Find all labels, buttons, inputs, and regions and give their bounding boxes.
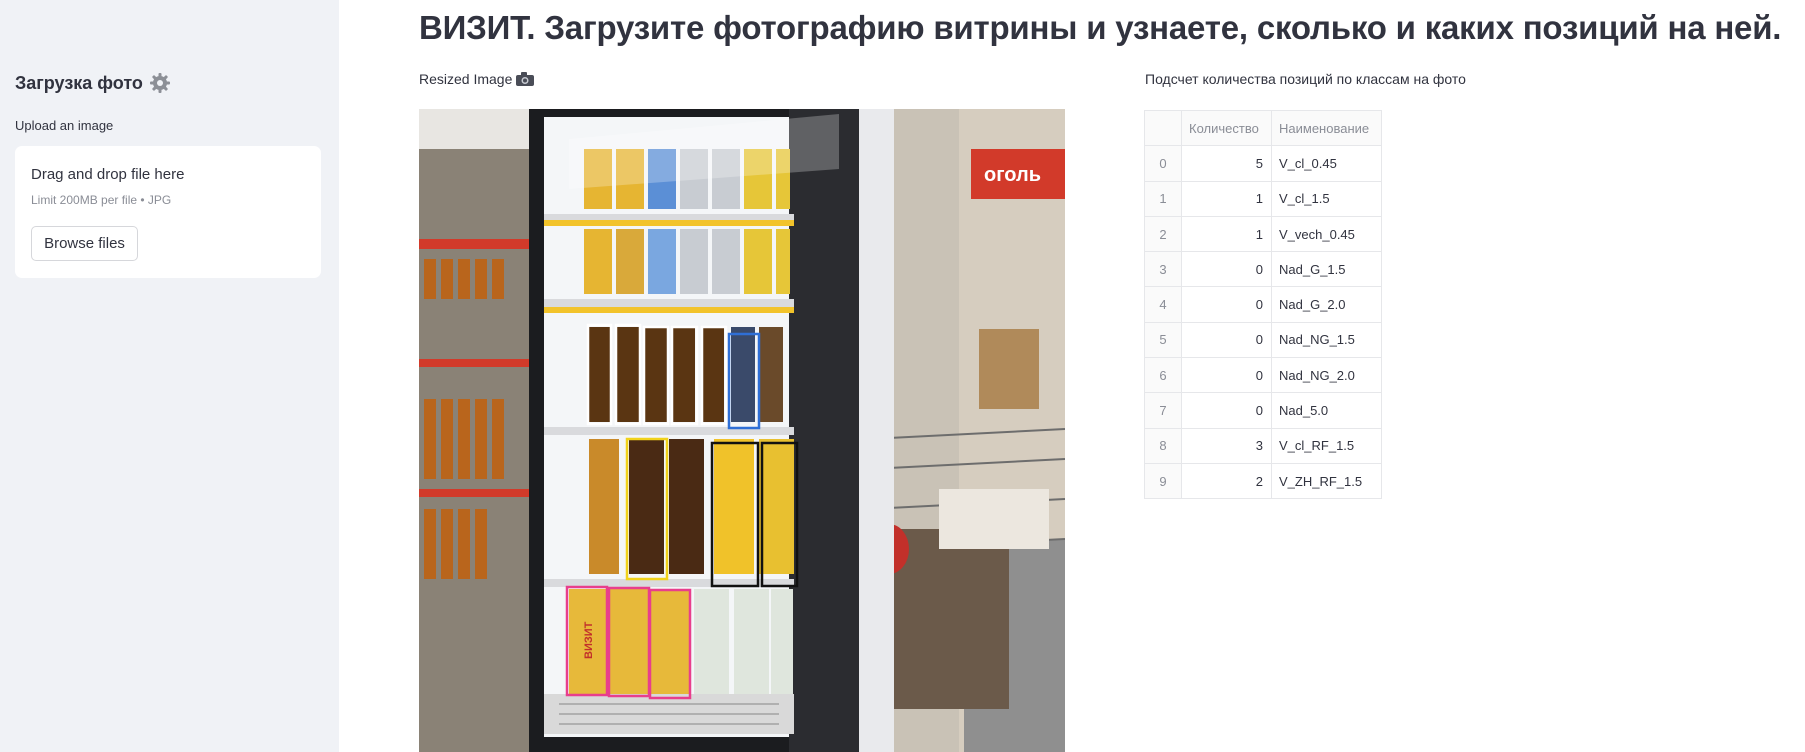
count-cell[interactable]: 0	[1181, 392, 1272, 429]
shelf-photo-illustration: оголь ВИЗИТ	[419, 109, 1065, 752]
dropzone-limit: Limit 200MB per file • JPG	[31, 193, 172, 207]
table-row: 0 5 V_cl_0.45	[1144, 145, 1382, 182]
table-row: 7 0 Nad_5.0	[1144, 392, 1382, 429]
camera-icon	[516, 72, 535, 86]
table-row: 3 0 Nad_G_1.5	[1144, 251, 1382, 288]
table-row: 2 1 V_vech_0.45	[1144, 215, 1382, 253]
name-cell[interactable]: Nad_5.0	[1271, 392, 1382, 429]
sidebar: Загрузка фото Upload an image Drag and d…	[0, 0, 339, 752]
store-sign: оголь	[984, 164, 1041, 186]
row-index: 9	[1144, 462, 1182, 500]
row-index: 3	[1144, 251, 1182, 288]
table-row: 5 0 Nad_NG_1.5	[1144, 321, 1382, 359]
row-index: 1	[1144, 180, 1182, 217]
name-cell[interactable]: V_cl_0.45	[1271, 145, 1382, 182]
count-cell[interactable]: 0	[1181, 251, 1272, 288]
row-index: 5	[1144, 321, 1182, 359]
count-cell[interactable]: 5	[1181, 145, 1272, 182]
browse-files-button[interactable]: Browse files	[31, 226, 138, 261]
name-cell[interactable]: Nad_NG_2.0	[1271, 357, 1382, 394]
name-cell[interactable]: Nad_G_2.0	[1271, 286, 1382, 323]
count-cell[interactable]: 1	[1181, 180, 1272, 217]
table-row: 9 2 V_ZH_RF_1.5	[1144, 462, 1382, 500]
image-caption-text: Resized Image	[419, 71, 513, 87]
table-row: 4 0 Nad_G_2.0	[1144, 286, 1382, 323]
name-cell[interactable]: Nad_G_1.5	[1271, 251, 1382, 288]
count-cell[interactable]: 0	[1181, 286, 1272, 323]
row-index: 2	[1144, 215, 1182, 253]
dropzone-title: Drag and drop file here	[31, 166, 185, 183]
row-index: 0	[1144, 145, 1182, 182]
table-row: 8 3 V_cl_RF_1.5	[1144, 427, 1382, 464]
row-index: 6	[1144, 357, 1182, 394]
upload-label: Upload an image	[15, 118, 114, 133]
sidebar-title: Загрузка фото	[15, 72, 171, 94]
column-header-index[interactable]	[1144, 109, 1182, 147]
bottle-label: ВИЗИТ	[583, 621, 595, 659]
page-title: ВИЗИТ. Загрузите фотографию витрины и уз…	[419, 9, 1782, 46]
column-header-count[interactable]: Количество	[1181, 109, 1272, 147]
count-cell[interactable]: 0	[1181, 357, 1272, 394]
table-header-row: Количество Наименование	[1144, 109, 1382, 147]
resized-photo: оголь ВИЗИТ	[419, 109, 1065, 752]
sidebar-title-text: Загрузка фото	[15, 72, 143, 93]
count-cell[interactable]: 0	[1181, 321, 1272, 359]
name-cell[interactable]: V_cl_1.5	[1271, 180, 1382, 217]
name-cell[interactable]: V_vech_0.45	[1271, 215, 1382, 253]
count-cell[interactable]: 3	[1181, 427, 1272, 464]
counts-table: Количество Наименование 0 5 V_cl_0.45 1 …	[1144, 109, 1382, 500]
name-cell[interactable]: Nad_NG_1.5	[1271, 321, 1382, 359]
column-header-name[interactable]: Наименование	[1271, 109, 1382, 147]
file-dropzone[interactable]: Drag and drop file here Limit 200MB per …	[15, 146, 321, 278]
table-row: 6 0 Nad_NG_2.0	[1144, 357, 1382, 394]
gear-icon	[149, 72, 171, 94]
name-cell[interactable]: V_ZH_RF_1.5	[1271, 462, 1382, 500]
row-index: 7	[1144, 392, 1182, 429]
name-cell[interactable]: V_cl_RF_1.5	[1271, 427, 1382, 464]
row-index: 4	[1144, 286, 1182, 323]
row-index: 8	[1144, 427, 1182, 464]
count-cell[interactable]: 2	[1181, 462, 1272, 500]
table-caption: Подсчет количества позиций по классам на…	[1145, 71, 1466, 87]
image-caption: Resized Image	[419, 71, 535, 87]
count-cell[interactable]: 1	[1181, 215, 1272, 253]
table-row: 1 1 V_cl_1.5	[1144, 180, 1382, 217]
